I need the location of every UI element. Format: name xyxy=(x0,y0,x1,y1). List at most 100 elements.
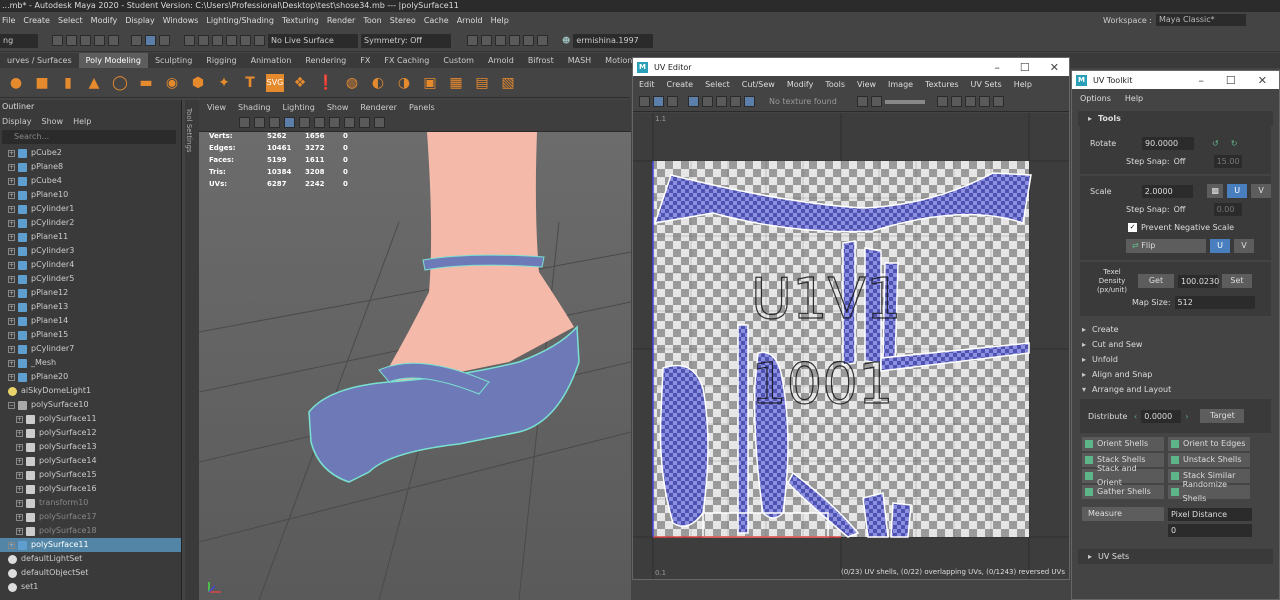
expand-icon[interactable]: + xyxy=(8,205,15,213)
ipr-render-icon[interactable] xyxy=(481,35,492,46)
text-type-icon[interactable]: T xyxy=(240,74,260,92)
align-snap-section-header[interactable]: ▸ Align and Snap xyxy=(1072,367,1279,382)
viewport-scene[interactable] xyxy=(199,132,631,600)
outliner-item[interactable]: + pCube4 xyxy=(0,174,181,188)
open-scene-icon[interactable] xyxy=(66,35,77,46)
rotate-ccw-icon[interactable]: ↺ xyxy=(1212,139,1219,148)
outliner-item[interactable]: + polySurface15 xyxy=(0,468,181,482)
rotate-step-snap-dropdown[interactable]: Off xyxy=(1174,157,1210,166)
uv-workspace[interactable]: 1.1 U1V1 1001 0.1 (0/23) UV shells, (0/2… xyxy=(633,113,1069,579)
menu-file[interactable]: File xyxy=(2,16,15,25)
live-surface-dropdown[interactable]: No Live Surface xyxy=(268,33,358,48)
outliner-item[interactable]: + polySurface11 xyxy=(0,412,181,426)
outliner-item[interactable]: + pPlane14 xyxy=(0,314,181,328)
cut-sew-section-header[interactable]: ▸ Cut and Sew xyxy=(1072,337,1279,352)
maximize-icon[interactable]: ☐ xyxy=(1226,74,1236,87)
poly-sphere-icon[interactable]: ● xyxy=(6,74,26,92)
scale-uniform-button[interactable]: ▩ xyxy=(1207,184,1224,198)
expand-icon[interactable]: + xyxy=(8,275,15,283)
expand-icon[interactable]: + xyxy=(8,345,15,353)
arnold-render-icon[interactable] xyxy=(523,35,534,46)
uv-menu-help[interactable]: Help xyxy=(1014,80,1032,89)
outliner-item[interactable]: + pCylinder5 xyxy=(0,272,181,286)
outliner-item[interactable]: + pCylinder3 xyxy=(0,244,181,258)
rotate-cw-icon[interactable]: ↻ xyxy=(1231,139,1238,148)
uv-menu-view[interactable]: View xyxy=(857,80,876,89)
lights-icon[interactable] xyxy=(314,117,325,128)
undo-icon[interactable] xyxy=(94,35,105,46)
extrude-icon[interactable]: ▣ xyxy=(420,74,440,92)
uv-sets-section-header[interactable]: ▸ UV Sets xyxy=(1078,549,1273,564)
shelf-tab-sculpting[interactable]: Sculpting xyxy=(148,53,199,68)
uv-editor-titlebar[interactable]: M UV Editor – ☐ ✕ xyxy=(633,58,1069,76)
texel-set-button[interactable]: Set xyxy=(1222,274,1252,288)
poly-disc-icon[interactable]: ◉ xyxy=(162,74,182,92)
expand-icon[interactable]: + xyxy=(8,331,15,339)
snap-point-icon[interactable] xyxy=(212,35,223,46)
textured-icon[interactable] xyxy=(299,117,310,128)
rotate-input[interactable]: 90.0000 xyxy=(1142,136,1194,150)
snap-grid-icon[interactable] xyxy=(184,35,195,46)
select-component-icon[interactable] xyxy=(159,35,170,46)
outliner-item[interactable]: + pCylinder1 xyxy=(0,202,181,216)
isolate-select-icon[interactable] xyxy=(359,117,370,128)
expand-icon[interactable]: + xyxy=(16,415,23,423)
fill-hole-icon[interactable]: ▧ xyxy=(498,74,518,92)
isolate-uv-icon[interactable] xyxy=(979,96,990,107)
shelf-tab-animation[interactable]: Animation xyxy=(244,53,299,68)
distribute-right-icon[interactable]: › xyxy=(1185,412,1188,421)
menu-render[interactable]: Render xyxy=(327,16,355,25)
viewport-panel[interactable]: View Shading Lighting Show Renderer Pane… xyxy=(199,100,631,600)
outliner-item[interactable]: + pPlane15 xyxy=(0,328,181,342)
outliner-item[interactable]: + pPlane20 xyxy=(0,370,181,384)
outliner-item[interactable]: defaultLightSet xyxy=(0,552,181,566)
poly-cube-icon[interactable]: ■ xyxy=(32,74,52,92)
distribute-left-icon[interactable]: ‹ xyxy=(1134,412,1137,421)
expand-icon[interactable]: + xyxy=(16,443,23,451)
poly-cylinder-icon[interactable]: ▮ xyxy=(58,74,78,92)
maximize-icon[interactable]: ☐ xyxy=(1020,61,1030,74)
shelf-tab-mash[interactable]: MASH xyxy=(561,53,598,68)
menu-windows[interactable]: Windows xyxy=(163,16,199,25)
uv-menu-modify[interactable]: Modify xyxy=(787,80,814,89)
magnet-icon[interactable] xyxy=(254,35,265,46)
expand-icon[interactable]: + xyxy=(8,163,15,171)
expand-icon[interactable]: + xyxy=(8,261,15,269)
exposure-slider[interactable] xyxy=(885,99,925,104)
scale-u-button[interactable]: U xyxy=(1227,184,1248,198)
symmetry-dropdown[interactable]: Symmetry: Off xyxy=(361,33,451,48)
outliner-item[interactable]: + polySurface13 xyxy=(0,440,181,454)
viewport-menu-lighting[interactable]: Lighting xyxy=(282,103,314,112)
camera-icon[interactable] xyxy=(239,117,250,128)
wireframe-on-shaded-icon[interactable] xyxy=(284,117,295,128)
outliner-menu-display[interactable]: Display xyxy=(2,117,32,126)
expand-icon[interactable]: + xyxy=(8,373,15,381)
outliner-menu-help[interactable]: Help xyxy=(73,117,91,126)
frame-selection-icon[interactable] xyxy=(951,96,962,107)
outliner-search-input[interactable]: Search... xyxy=(2,130,176,144)
smooth-icon[interactable]: ◍ xyxy=(342,74,362,92)
bridge-icon[interactable]: ▦ xyxy=(446,74,466,92)
platonic-solid-icon[interactable]: ⬢ xyxy=(188,74,208,92)
distortion-icon[interactable] xyxy=(667,96,678,107)
orient-shells-button[interactable]: Orient Shells xyxy=(1082,437,1164,451)
color-management-icon[interactable] xyxy=(993,96,1004,107)
viewport-menu-renderer[interactable]: Renderer xyxy=(360,103,397,112)
texel-density-input[interactable]: 100.0230 xyxy=(1178,274,1219,288)
minimize-icon[interactable]: – xyxy=(1198,74,1204,87)
outliner-item[interactable]: defaultObjectSet xyxy=(0,566,181,580)
outliner-item[interactable]: + pCylinder7 xyxy=(0,342,181,356)
outliner-menu-show[interactable]: Show xyxy=(42,117,64,126)
hypershade-icon[interactable] xyxy=(509,35,520,46)
super-shape-icon[interactable]: ✦ xyxy=(214,74,234,92)
image-plane-icon[interactable] xyxy=(254,117,265,128)
uv-menu-select[interactable]: Select xyxy=(705,80,730,89)
viewport-menu-view[interactable]: View xyxy=(207,103,226,112)
shelf-tab-custom[interactable]: Custom xyxy=(436,53,481,68)
menu-help[interactable]: Help xyxy=(491,16,509,25)
uv-menu-cut-sew[interactable]: Cut/Sew xyxy=(742,80,775,89)
expand-icon[interactable]: + xyxy=(8,149,15,157)
expand-icon[interactable]: + xyxy=(8,317,15,325)
outliner-item[interactable]: + polySurface16 xyxy=(0,482,181,496)
texel-get-button[interactable]: Get xyxy=(1138,274,1174,288)
